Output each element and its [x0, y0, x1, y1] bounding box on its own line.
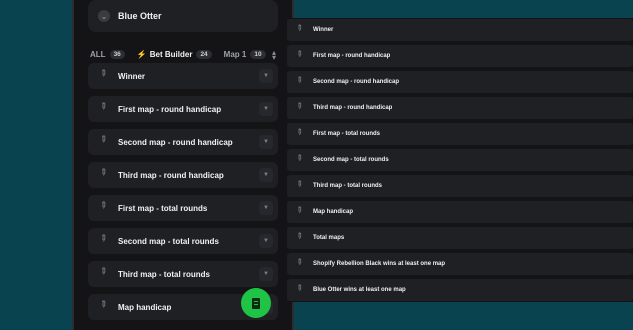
market-label: First map - round handicap — [118, 104, 222, 114]
market-label: Second map - round handicap — [118, 137, 233, 147]
pin-icon[interactable]: ✎ — [96, 66, 115, 85]
chevron-down-icon[interactable]: ▼ — [259, 234, 273, 248]
pin-icon[interactable]: ✎ — [96, 165, 115, 184]
market-label: First map - total rounds — [118, 203, 208, 213]
market-label: Shopify Rebellion Black wins at least on… — [313, 261, 446, 267]
right-market-row[interactable]: ✎ Winner — [287, 19, 633, 41]
market-label: Winner — [118, 71, 146, 81]
market-label: First map - round handicap — [313, 53, 391, 59]
pin-icon[interactable]: ✎ — [294, 126, 310, 142]
market-row-first-map-round-handicap[interactable]: ✎ First map - round handicap ▼ — [88, 96, 278, 122]
market-label: Winner — [313, 27, 334, 33]
right-market-list: ✎ Winner ✎ First map - round handicap ✎ … — [283, 18, 633, 302]
chevron-down-icon[interactable]: ▼ — [259, 69, 273, 83]
market-label: Blue Otter wins at least one map — [313, 287, 406, 293]
chevron-down-icon[interactable]: ▼ — [259, 102, 273, 116]
pin-icon[interactable]: ✎ — [294, 230, 310, 246]
team-logo-icon: ⌄ — [98, 10, 110, 22]
market-label: Second map - total rounds — [118, 236, 219, 246]
pin-icon[interactable]: ✎ — [96, 297, 115, 316]
right-market-row[interactable]: ✎ Second map - total rounds — [287, 149, 633, 171]
pin-icon[interactable]: ✎ — [294, 256, 310, 272]
betslip-icon — [252, 297, 260, 309]
chevron-down-icon[interactable]: ▼ — [259, 267, 273, 281]
right-market-row[interactable]: ✎ Third map - total rounds — [287, 175, 633, 197]
pin-icon[interactable]: ✎ — [294, 178, 310, 194]
pin-icon[interactable]: ✎ — [294, 100, 310, 116]
betslip-button[interactable] — [241, 288, 271, 318]
pin-icon[interactable]: ✎ — [294, 204, 310, 220]
right-market-row[interactable]: ✎ Third map - round handicap — [287, 97, 633, 119]
pin-icon[interactable]: ✎ — [96, 264, 115, 283]
left-market-list: ✎ Winner ▼ ✎ First map - round handicap … — [88, 56, 278, 320]
pin-icon[interactable]: ✎ — [294, 48, 310, 64]
market-label: First map - total rounds — [313, 131, 381, 137]
right-market-row[interactable]: ✎ First map - round handicap — [287, 45, 633, 67]
team-name: Blue Otter — [118, 11, 162, 21]
chevron-down-icon[interactable]: ▼ — [259, 201, 273, 215]
market-label: Total maps — [313, 235, 345, 241]
pin-icon[interactable]: ✎ — [294, 282, 310, 298]
pin-icon[interactable]: ✎ — [96, 132, 115, 151]
market-label: Third map - round handicap — [118, 170, 224, 180]
market-label: Second map - round handicap — [313, 79, 400, 85]
chevron-down-icon[interactable]: ▼ — [259, 135, 273, 149]
market-label: Map handicap — [118, 302, 172, 312]
right-market-row[interactable]: ✎ First map - total rounds — [287, 123, 633, 145]
pin-icon[interactable]: ✎ — [294, 152, 310, 168]
phone-screen: ⌄ Blue Otter ALL 36 ⚡ Bet Builder 24 Map… — [82, 0, 284, 330]
right-market-row[interactable]: ✎ Total maps — [287, 227, 633, 249]
pin-icon[interactable]: ✎ — [96, 99, 115, 118]
pin-icon[interactable]: ✎ — [96, 198, 115, 217]
right-market-row[interactable]: ✎ Blue Otter wins at least one map — [287, 279, 633, 301]
phone-frame: ⌄ Blue Otter ALL 36 ⚡ Bet Builder 24 Map… — [72, 0, 294, 330]
chevron-down-icon[interactable]: ▼ — [259, 168, 273, 182]
pin-icon[interactable]: ✎ — [96, 231, 115, 250]
right-market-row[interactable]: ✎ Second map - round handicap — [287, 71, 633, 93]
market-row-third-map-total-rounds[interactable]: ✎ Third map - total rounds ▼ — [88, 261, 278, 287]
market-label: Map handicap — [313, 209, 354, 215]
right-market-row[interactable]: ✎ Map handicap — [287, 201, 633, 223]
market-label: Third map - total rounds — [313, 183, 382, 189]
market-label: Second map - total rounds — [313, 157, 389, 163]
market-label: Third map - total rounds — [118, 269, 210, 279]
market-row-second-map-total-rounds[interactable]: ✎ Second map - total rounds ▼ — [88, 228, 278, 254]
pin-icon[interactable]: ✎ — [294, 22, 310, 38]
market-row-second-map-round-handicap[interactable]: ✎ Second map - round handicap ▼ — [88, 129, 278, 155]
market-row-winner[interactable]: ✎ Winner ▼ — [88, 63, 278, 89]
market-label: Third map - round handicap — [313, 105, 393, 111]
market-row-third-map-round-handicap[interactable]: ✎ Third map - round handicap ▼ — [88, 162, 278, 188]
right-market-row[interactable]: ✎ Shopify Rebellion Black wins at least … — [287, 253, 633, 275]
team-header[interactable]: ⌄ Blue Otter — [88, 0, 278, 32]
market-row-first-map-total-rounds[interactable]: ✎ First map - total rounds ▼ — [88, 195, 278, 221]
pin-icon[interactable]: ✎ — [294, 74, 310, 90]
